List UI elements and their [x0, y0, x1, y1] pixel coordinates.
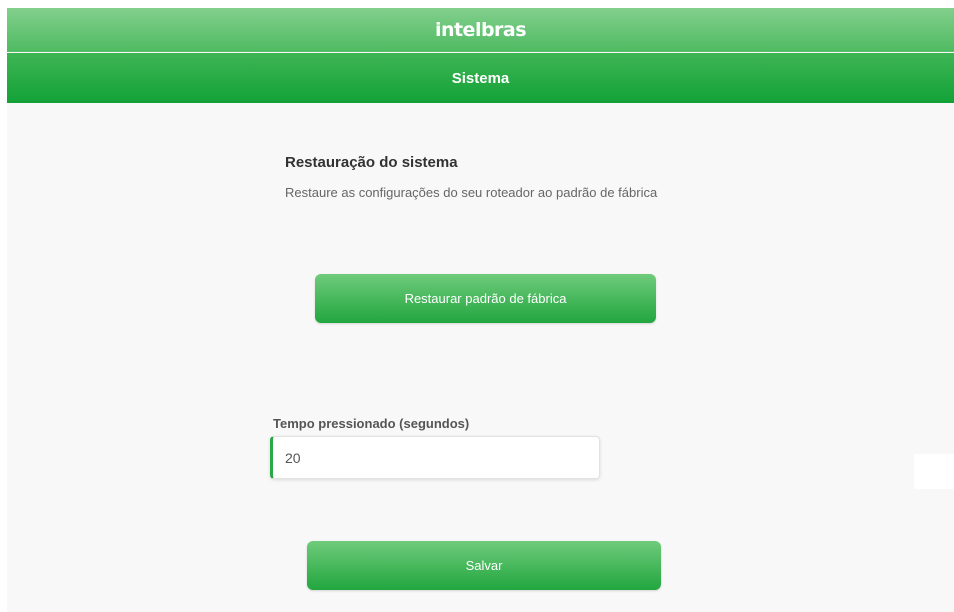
- intelbras-logo: intelbras: [434, 18, 527, 41]
- page-title: Sistema: [451, 69, 510, 87]
- save-button[interactable]: Salvar: [307, 541, 661, 590]
- press-time-label: Tempo pressionado (segundos): [273, 416, 470, 431]
- section-title: Restauração do sistema: [285, 154, 458, 171]
- main-panel: intelbras Sistema Restauração do sistema…: [7, 8, 954, 612]
- section-description: Restaure as configurações do seu roteado…: [285, 185, 658, 200]
- side-box: [914, 454, 954, 489]
- brand-header: intelbras: [7, 8, 954, 52]
- restore-factory-button[interactable]: Restaurar padrão de fábrica: [315, 274, 656, 323]
- page-title-bar: Sistema: [7, 53, 954, 103]
- press-time-input[interactable]: [270, 436, 600, 479]
